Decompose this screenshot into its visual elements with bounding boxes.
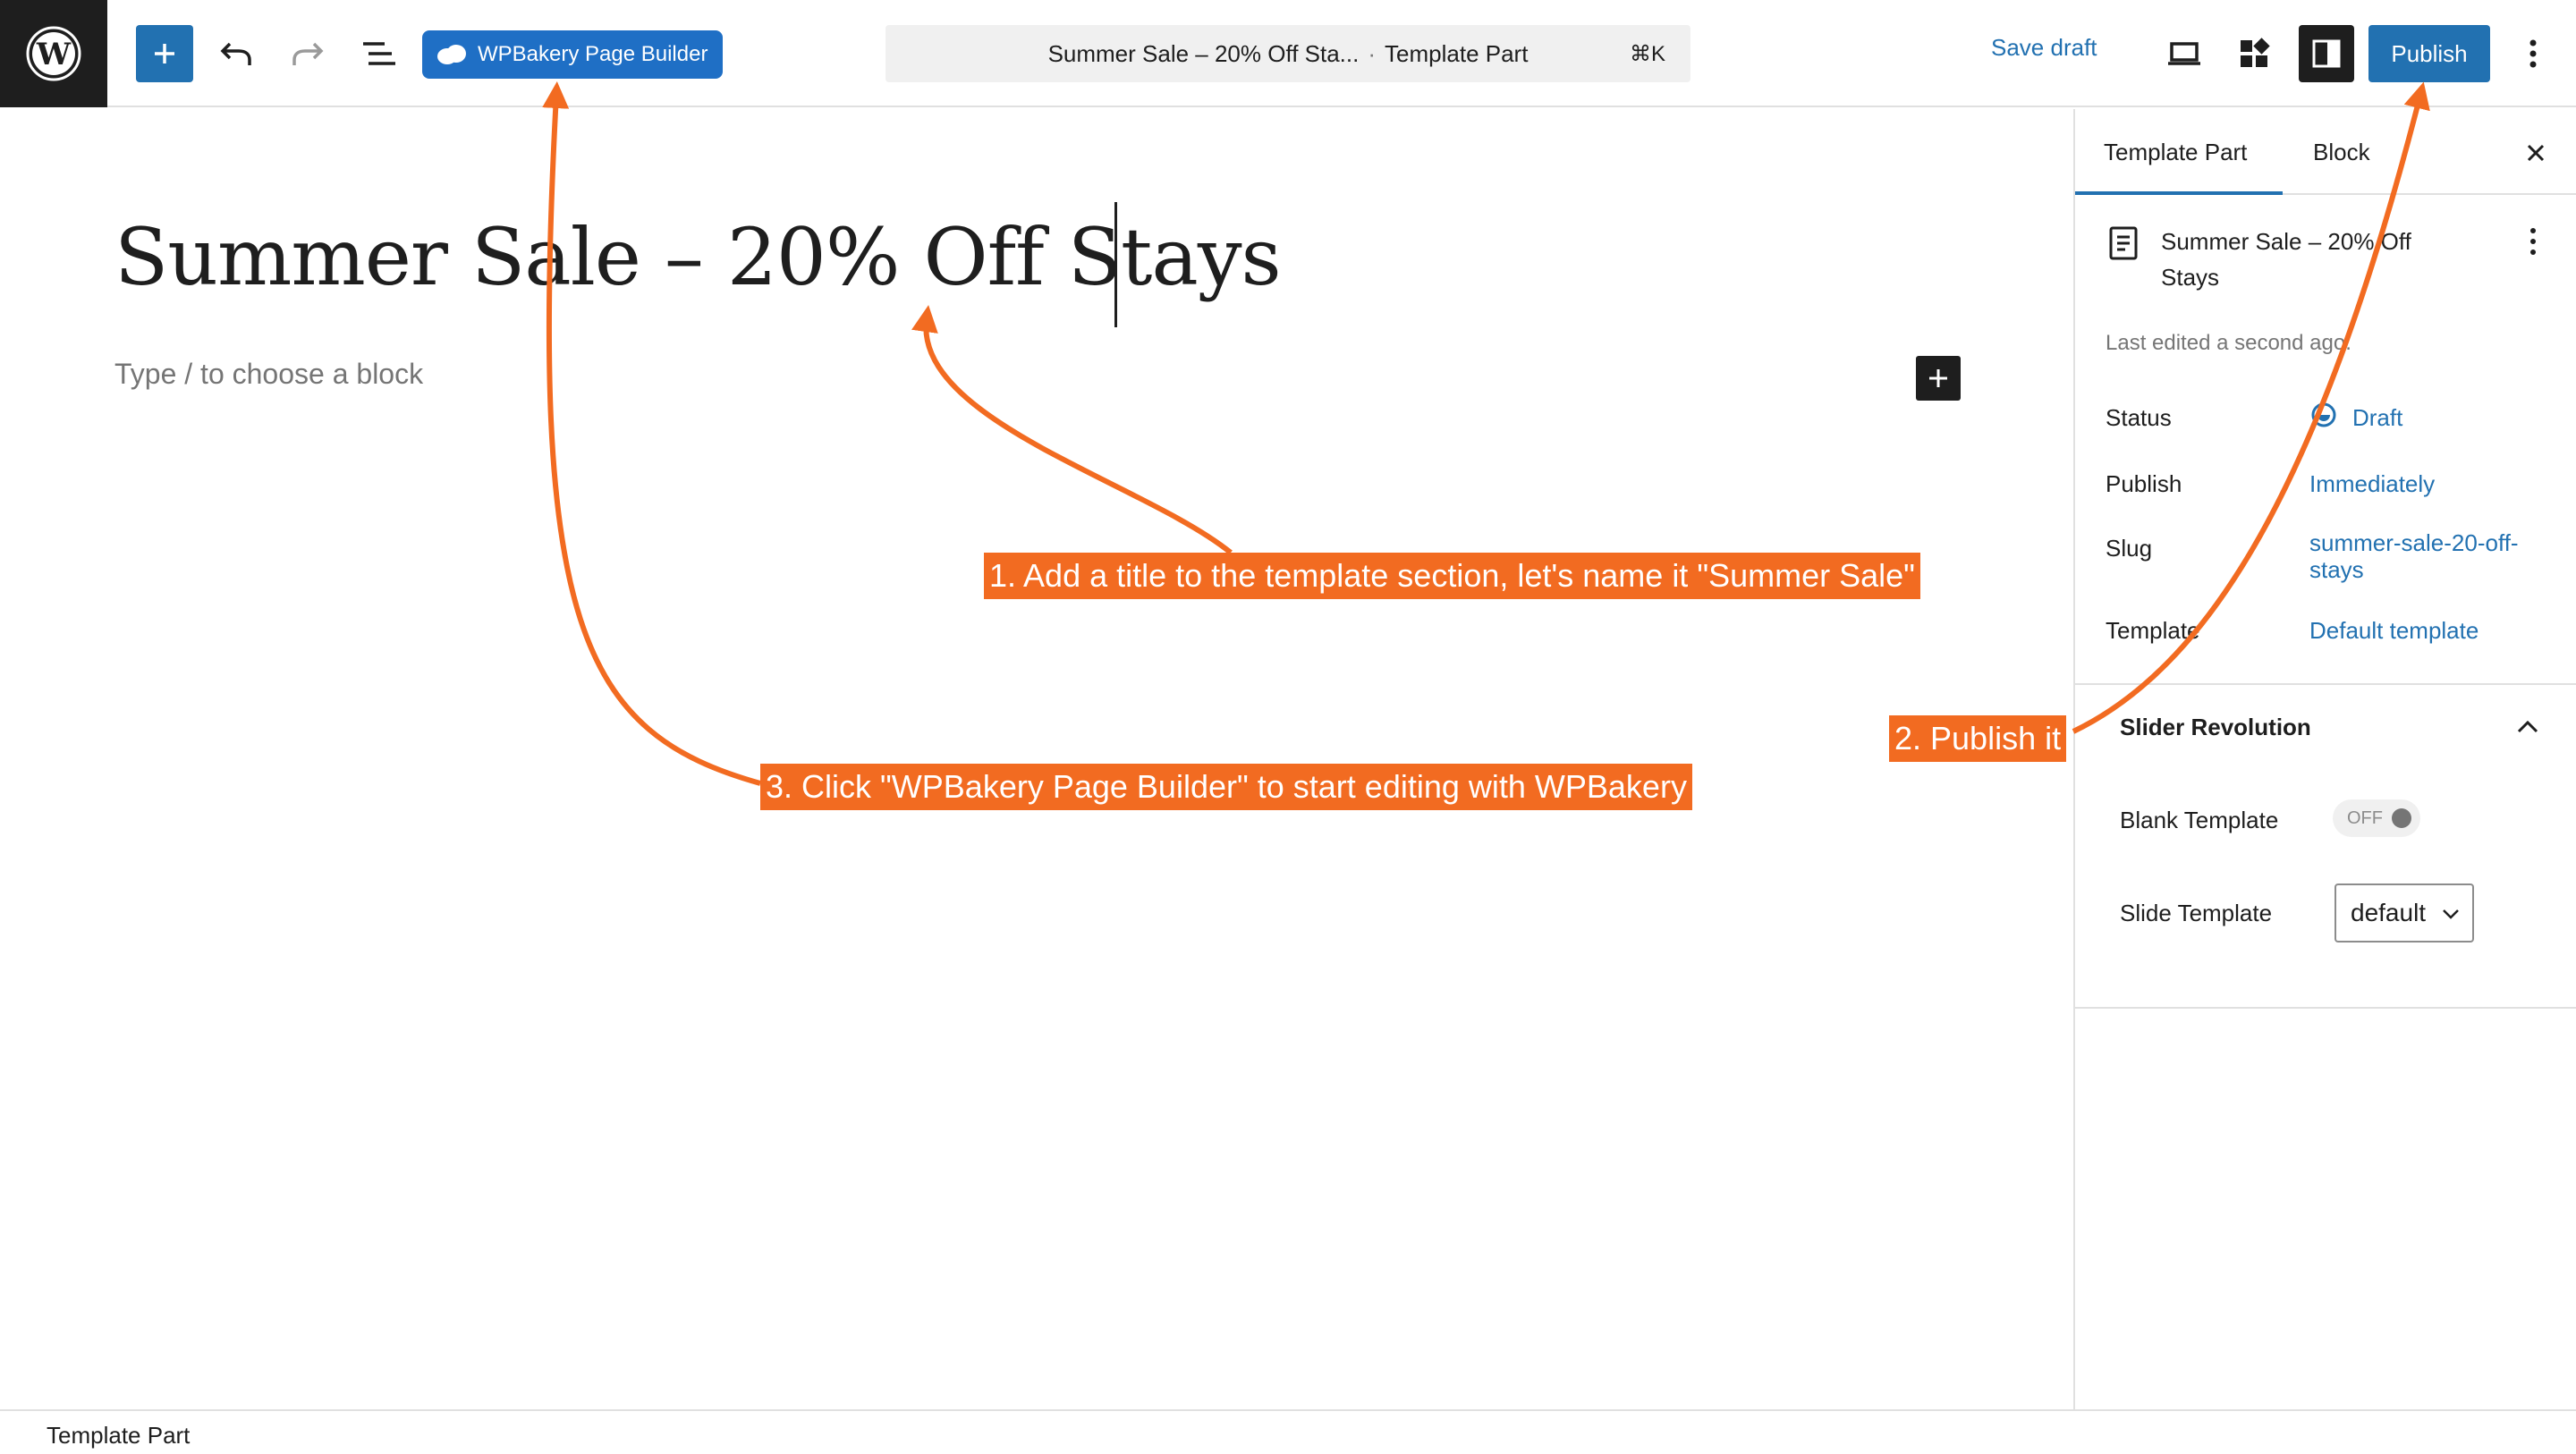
toggle-state-text: OFF bbox=[2347, 808, 2383, 828]
svg-text:W: W bbox=[36, 37, 72, 72]
last-edited-text: Last edited a second ago. bbox=[2106, 331, 2351, 355]
document-separator: · bbox=[1368, 39, 1377, 67]
tab-template-part[interactable]: Template Part bbox=[2104, 109, 2247, 195]
slide-template-select[interactable]: default bbox=[2334, 883, 2474, 943]
tab-block[interactable]: Block bbox=[2313, 109, 2370, 195]
chevron-up-icon[interactable] bbox=[2510, 708, 2546, 744]
undo-button[interactable] bbox=[211, 25, 261, 82]
panel-divider bbox=[2075, 1007, 2576, 1009]
editor-canvas: Summer Sale – 20% Off Stays Type / to ch… bbox=[0, 109, 2073, 1409]
block-inserter-button[interactable] bbox=[136, 25, 193, 82]
wordpress-icon: W bbox=[26, 26, 81, 81]
settings-sidebar: Template Part Block Summer Sale – 20% Of… bbox=[2073, 109, 2576, 1409]
post-summary-panel: Summer Sale – 20% Off Stays Last edited … bbox=[2075, 195, 2576, 792]
blocks-icon bbox=[2241, 38, 2270, 67]
redo-button[interactable] bbox=[283, 25, 333, 82]
plus-icon bbox=[1929, 369, 1947, 387]
slider-revolution-panel-title[interactable]: Slider Revolution bbox=[2120, 714, 2311, 741]
blank-template-label: Blank Template bbox=[2120, 807, 2279, 833]
template-value[interactable]: Default template bbox=[2309, 617, 2479, 645]
chevron-down-icon bbox=[2443, 909, 2459, 919]
slug-value[interactable]: summer-sale-20-off-stays bbox=[2309, 529, 2533, 583]
slug-label: Slug bbox=[2106, 535, 2153, 562]
more-vertical-icon bbox=[2529, 39, 2537, 68]
editor-header: W WPBakery Page Builder Summer Sale – 20… bbox=[0, 0, 2576, 107]
wpbakery-button-label: WPBakery Page Builder bbox=[478, 42, 708, 66]
document-icon bbox=[2109, 226, 2138, 260]
wpbakery-cloud-icon bbox=[437, 45, 466, 64]
panel-divider bbox=[2075, 683, 2576, 685]
blank-template-toggle[interactable]: OFF bbox=[2333, 799, 2420, 837]
template-label: Template bbox=[2106, 617, 2200, 644]
close-settings-button[interactable] bbox=[2513, 131, 2558, 175]
document-bar[interactable]: Summer Sale – 20% Off Sta... · Template … bbox=[886, 25, 1690, 82]
status-label: Status bbox=[2106, 404, 2172, 431]
slide-template-value: default bbox=[2351, 899, 2427, 926]
document-type: Template Part bbox=[1385, 39, 1529, 67]
status-value[interactable]: Draft bbox=[2352, 404, 2402, 432]
sidebar-document-title: Summer Sale – 20% Off Stays bbox=[2161, 228, 2411, 291]
document-title: Summer Sale – 20% Off Sta... bbox=[1047, 39, 1360, 67]
wpbakery-page-builder-button[interactable]: WPBakery Page Builder bbox=[422, 30, 723, 79]
publish-value[interactable]: Immediately bbox=[2309, 470, 2435, 498]
options-button[interactable] bbox=[2512, 30, 2555, 77]
more-vertical-icon bbox=[2530, 228, 2536, 255]
preview-button[interactable] bbox=[2161, 30, 2207, 77]
list-view-icon bbox=[363, 42, 395, 65]
document-actions-button[interactable] bbox=[2513, 222, 2553, 261]
save-draft-button[interactable]: Save draft bbox=[1991, 34, 2097, 62]
publish-label: Publish bbox=[2106, 470, 2182, 497]
undo-icon bbox=[220, 42, 251, 65]
editor-footer: Template Part bbox=[0, 1409, 2576, 1454]
laptop-icon bbox=[2168, 42, 2200, 65]
command-shortcut: ⌘K bbox=[1629, 41, 1665, 66]
default-block-appender[interactable]: Type / to choose a block bbox=[114, 358, 423, 391]
redo-icon bbox=[292, 42, 324, 65]
toggle-knob bbox=[2392, 808, 2411, 828]
styles-button[interactable] bbox=[2231, 30, 2277, 77]
plus-icon bbox=[155, 44, 174, 63]
text-cursor bbox=[1114, 202, 1117, 327]
settings-toggle-button[interactable] bbox=[2299, 25, 2354, 82]
post-title[interactable]: Summer Sale – 20% Off Stays bbox=[114, 211, 1282, 303]
add-block-button[interactable] bbox=[1916, 356, 1961, 401]
document-overview-button[interactable] bbox=[354, 25, 404, 82]
close-icon bbox=[2527, 144, 2545, 162]
draft-status-icon bbox=[2311, 402, 2336, 427]
publish-button[interactable]: Publish bbox=[2368, 25, 2490, 82]
footer-breadcrumb[interactable]: Template Part bbox=[47, 1422, 190, 1450]
slide-template-label: Slide Template bbox=[2120, 900, 2273, 926]
sidebar-icon bbox=[2312, 39, 2341, 68]
wordpress-logo-button[interactable]: W bbox=[0, 0, 107, 107]
sidebar-tabs: Template Part Block bbox=[2075, 109, 2576, 195]
